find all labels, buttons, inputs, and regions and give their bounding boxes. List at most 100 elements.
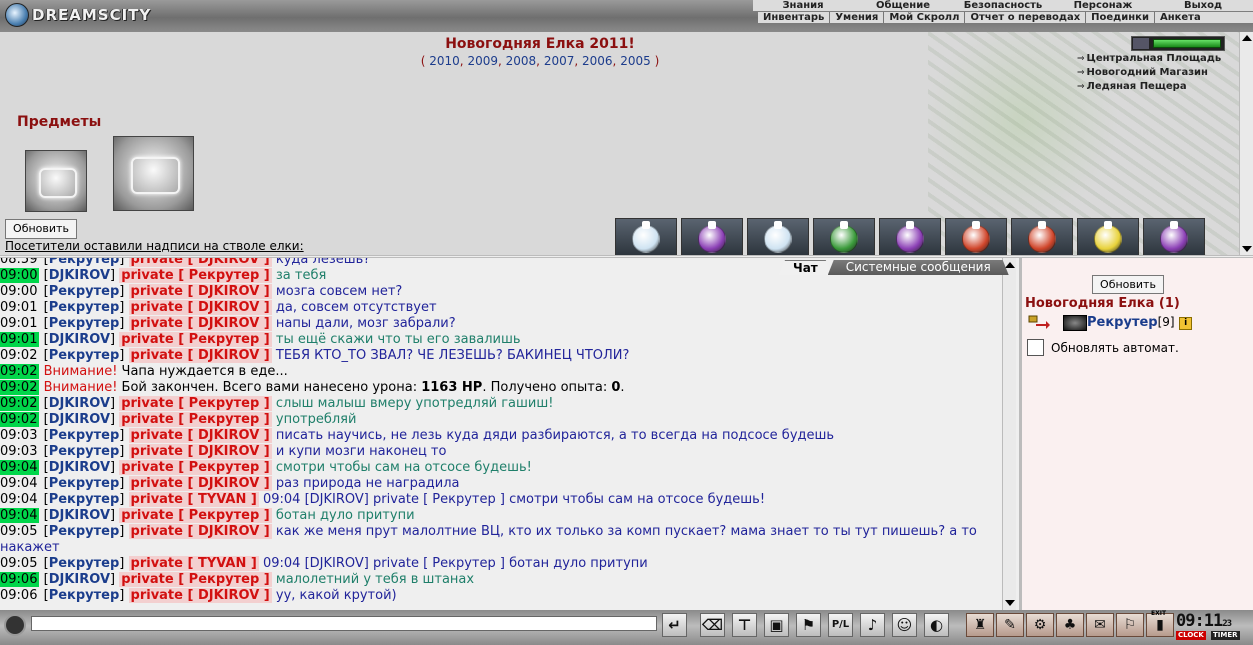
- clan-icon[interactable]: ◐: [924, 613, 949, 637]
- gift-bag-5[interactable]: [879, 218, 941, 255]
- submenu-my-scroll[interactable]: Мой Скролл: [884, 12, 966, 23]
- menu-exit[interactable]: Выход: [1153, 0, 1253, 11]
- gift-bag-8[interactable]: [1077, 218, 1139, 255]
- private-recipient[interactable]: private [ DJKIROV ]: [128, 444, 272, 459]
- inventory-icon[interactable]: ♜: [966, 613, 994, 637]
- settings-icon[interactable]: ⚙: [1026, 613, 1054, 637]
- private-recipient[interactable]: private [ Рекрутер ]: [119, 572, 272, 587]
- menu-character[interactable]: Персонаж: [1053, 0, 1153, 11]
- sender-name[interactable]: DJKIROV: [49, 396, 110, 411]
- year-link-2006[interactable]: 2006: [582, 54, 613, 68]
- item-chest[interactable]: [113, 136, 194, 211]
- private-recipient[interactable]: private [ TYVAN ]: [128, 492, 259, 507]
- location-link-central-square[interactable]: Центральная Площадь: [1077, 52, 1222, 66]
- sender-name[interactable]: Рекрутер: [49, 444, 120, 459]
- private-recipient[interactable]: private [ DJKIROV ]: [128, 588, 272, 603]
- sender-name[interactable]: Рекрутер: [49, 258, 120, 267]
- tab-chat[interactable]: Чат: [779, 260, 832, 275]
- sender-name[interactable]: Рекрутер: [49, 556, 120, 571]
- private-recipient[interactable]: private [ DJKIROV ]: [128, 258, 272, 267]
- map-icon[interactable]: ♣: [1056, 613, 1084, 637]
- scroll-up-arrow-icon[interactable]: [1242, 35, 1252, 41]
- year-link-2005[interactable]: 2005: [620, 54, 651, 68]
- game-logo[interactable]: DREAMSCITY: [2, 1, 152, 29]
- gift-bag-3[interactable]: [747, 218, 809, 255]
- user-name-link[interactable]: Рекрутер[9] i: [1087, 315, 1193, 330]
- tab-system-messages[interactable]: Системные сообщения: [828, 260, 1009, 275]
- private-recipient[interactable]: private [ Рекрутер ]: [119, 508, 272, 523]
- submenu-transfer-report[interactable]: Отчет о переводах: [965, 12, 1087, 23]
- sound-icon[interactable]: ♪: [860, 613, 885, 637]
- year-link-2007[interactable]: 2007: [544, 54, 575, 68]
- menu-communication[interactable]: Общение: [853, 0, 953, 11]
- sender-name[interactable]: Рекрутер: [49, 428, 120, 443]
- submenu-battles[interactable]: Поединки: [1086, 12, 1155, 23]
- gift-bag-7[interactable]: [1011, 218, 1073, 255]
- gift-bag-4[interactable]: [813, 218, 875, 255]
- users-refresh-button[interactable]: Обновить: [1092, 275, 1164, 294]
- timer-mode-button[interactable]: TIMER: [1211, 631, 1240, 640]
- private-recipient[interactable]: private [ DJKIROV ]: [128, 428, 272, 443]
- gift-bag-1[interactable]: [615, 218, 677, 255]
- year-link-2010[interactable]: 2010: [429, 54, 460, 68]
- eraser-icon[interactable]: ⌫: [700, 613, 725, 637]
- scroll-icon[interactable]: ✎: [996, 613, 1024, 637]
- flag-icon[interactable]: ⚐: [1116, 613, 1144, 637]
- sender-name[interactable]: Рекрутер: [49, 588, 120, 603]
- sender-name[interactable]: Рекрутер: [49, 524, 120, 539]
- gift-bag-9[interactable]: [1143, 218, 1205, 255]
- private-recipient[interactable]: private [ DJKIROV ]: [128, 284, 272, 299]
- private-recipient[interactable]: private [ DJKIROV ]: [128, 348, 272, 363]
- submenu-inventory[interactable]: Инвентарь: [758, 12, 831, 23]
- sender-name[interactable]: DJKIROV: [49, 332, 110, 347]
- clock-mode-button[interactable]: CLOCK: [1176, 631, 1206, 640]
- sender-name[interactable]: DJKIROV: [49, 572, 110, 587]
- menu-knowledge[interactable]: Знания: [753, 0, 853, 11]
- filter-icon[interactable]: ⊤: [732, 613, 757, 637]
- gift-bag-2[interactable]: [681, 218, 743, 255]
- quests-icon[interactable]: ✉: [1086, 613, 1114, 637]
- sender-name[interactable]: DJKIROV: [49, 412, 110, 427]
- chat-message-input[interactable]: [31, 616, 657, 631]
- chat-scrollbar[interactable]: [1002, 258, 1016, 610]
- private-recipient[interactable]: private [ DJKIROV ]: [128, 476, 272, 491]
- sender-name[interactable]: Рекрутер: [49, 476, 120, 491]
- location-link-newyear-shop[interactable]: Новогодний Магазин: [1077, 66, 1221, 80]
- sender-name[interactable]: DJKIROV: [49, 268, 110, 283]
- translit-icon[interactable]: P/L: [828, 613, 853, 637]
- chat-scroll-down-arrow-icon[interactable]: [1005, 600, 1015, 606]
- sender-name[interactable]: DJKIROV: [49, 460, 110, 475]
- submenu-profile[interactable]: Анкета: [1155, 12, 1206, 23]
- private-recipient[interactable]: private [ Рекрутер ]: [119, 332, 272, 347]
- private-recipient[interactable]: private [ DJKIROV ]: [128, 524, 272, 539]
- private-recipient[interactable]: private [ Рекрутер ]: [119, 396, 272, 411]
- scroll-down-arrow-icon[interactable]: [1242, 246, 1252, 252]
- save-log-icon[interactable]: ▣: [764, 613, 789, 637]
- item-amulet[interactable]: [25, 150, 87, 212]
- run-icon[interactable]: ⚑: [796, 613, 821, 637]
- sender-name[interactable]: Рекрутер: [49, 284, 120, 299]
- private-recipient[interactable]: private [ DJKIROV ]: [128, 300, 272, 315]
- gift-bag-6[interactable]: [945, 218, 1007, 255]
- smiles-icon[interactable]: ☺: [892, 613, 917, 637]
- auto-refresh-checkbox[interactable]: [1027, 339, 1044, 356]
- upper-scrollbar[interactable]: [1239, 32, 1253, 255]
- year-link-2009[interactable]: 2009: [467, 54, 498, 68]
- location-link-ice-cave[interactable]: Ледяная Пещера: [1077, 80, 1221, 94]
- private-recipient[interactable]: private [ DJKIROV ]: [128, 316, 272, 331]
- chat-mode-icon[interactable]: [4, 614, 26, 636]
- sender-name[interactable]: Рекрутер: [49, 316, 120, 331]
- sender-name[interactable]: DJKIROV: [49, 508, 110, 523]
- sender-name[interactable]: Рекрутер: [49, 300, 120, 315]
- enter-icon[interactable]: ↵: [662, 613, 687, 637]
- private-recipient[interactable]: private [ Рекрутер ]: [119, 412, 272, 427]
- private-recipient[interactable]: private [ TYVAN ]: [128, 556, 259, 571]
- refresh-button[interactable]: Обновить: [5, 219, 77, 239]
- private-recipient[interactable]: private [ Рекрутер ]: [119, 460, 272, 475]
- submenu-skills[interactable]: Умения: [830, 12, 885, 23]
- year-link-2008[interactable]: 2008: [506, 54, 537, 68]
- menu-security[interactable]: Безопасность: [953, 0, 1053, 11]
- attack-icon[interactable]: [1028, 315, 1050, 329]
- sender-name[interactable]: Рекрутер: [49, 348, 120, 363]
- private-recipient[interactable]: private [ Рекрутер ]: [119, 268, 272, 283]
